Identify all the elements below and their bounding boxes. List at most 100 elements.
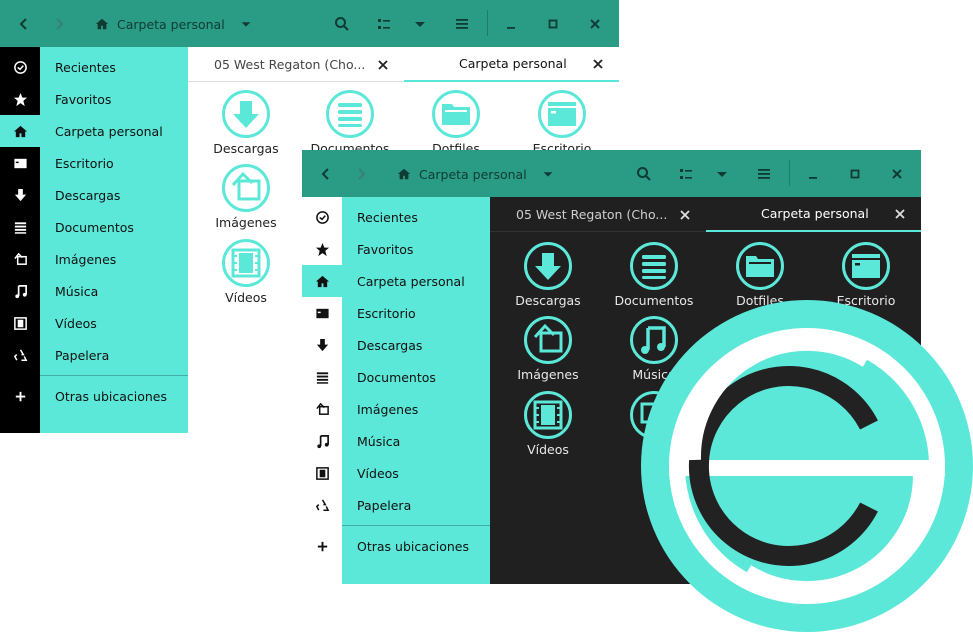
- video-icon[interactable]: [0, 307, 40, 339]
- sidebar-item-musica[interactable]: Música: [342, 425, 490, 457]
- home-icon[interactable]: [0, 115, 40, 147]
- star-icon[interactable]: [0, 83, 40, 115]
- file-item[interactable]: Imágenes: [495, 315, 601, 382]
- video-icon[interactable]: [302, 457, 342, 489]
- file-item[interactable]: Dotfiles: [707, 241, 813, 308]
- path-bar[interactable]: Carpeta personal: [95, 12, 253, 36]
- tab-close-icon[interactable]: [678, 208, 692, 222]
- tab-close-icon[interactable]: [591, 57, 605, 71]
- plus-icon[interactable]: [302, 530, 342, 562]
- file-item[interactable]: Escritorio: [509, 89, 615, 156]
- download-icon[interactable]: [302, 329, 342, 361]
- sidebar-item-label: Favoritos: [357, 241, 414, 257]
- sidebar-item-descargas[interactable]: Descargas: [342, 329, 490, 361]
- sidebar-item-favoritos[interactable]: Favoritos: [342, 233, 490, 265]
- tab-label: 05 West Regaton (Cho...: [516, 207, 668, 222]
- sidebar-item-musica[interactable]: Música: [40, 275, 188, 307]
- view-options-button[interactable]: [710, 162, 734, 186]
- maximize-button[interactable]: [541, 12, 565, 36]
- file-item[interactable]: Documentos: [297, 89, 403, 156]
- sidebar-item-recientes[interactable]: Recientes: [40, 51, 188, 83]
- download-icon[interactable]: [0, 179, 40, 211]
- file-item[interactable]: Vídeos: [193, 238, 299, 305]
- sidebar-item-carpeta-personal[interactable]: Carpeta personal: [40, 115, 188, 147]
- close-button[interactable]: [583, 12, 607, 36]
- sidebar-item-label: Vídeos: [357, 465, 399, 481]
- back-button[interactable]: [12, 12, 36, 36]
- music-icon[interactable]: [0, 275, 40, 307]
- file-label: Descargas: [213, 141, 279, 156]
- folder-icon: [432, 90, 480, 138]
- sidebar-item-label: Escritorio: [357, 305, 416, 321]
- search-button[interactable]: [330, 12, 354, 36]
- document-icon[interactable]: [0, 211, 40, 243]
- home-icon[interactable]: [302, 265, 342, 297]
- trash-icon[interactable]: [302, 489, 342, 521]
- videos-folder-icon: [222, 239, 270, 287]
- tab-west-regaton[interactable]: 05 West Regaton (Cho...: [490, 197, 706, 232]
- sidebar-item-otras-ubicaciones[interactable]: Otras ubicaciones: [342, 530, 490, 562]
- sidebar-item-documentos[interactable]: Documentos: [40, 211, 188, 243]
- image-icon[interactable]: [302, 393, 342, 425]
- desktop-icon[interactable]: [0, 147, 40, 179]
- document-icon[interactable]: [302, 361, 342, 393]
- chevron-left-icon: [321, 168, 329, 180]
- sidebar-item-imagenes[interactable]: Imágenes: [40, 243, 188, 275]
- file-item[interactable]: Imágenes: [193, 163, 299, 230]
- maximize-button[interactable]: [843, 162, 867, 186]
- view-mode-button[interactable]: [372, 12, 396, 36]
- tab-west-regaton[interactable]: 05 West Regaton (Cho...: [188, 47, 404, 82]
- file-label: Imágenes: [215, 215, 277, 230]
- menu-button[interactable]: [752, 162, 776, 186]
- documents-folder-icon: [326, 90, 374, 138]
- sidebar-item-label: Otras ubicaciones: [357, 538, 470, 554]
- tab-label: Carpeta personal: [459, 56, 567, 71]
- image-icon[interactable]: [0, 243, 40, 275]
- sidebar-item-videos[interactable]: Vídeos: [40, 307, 188, 339]
- menu-button[interactable]: [450, 12, 474, 36]
- file-item[interactable]: Documentos: [601, 241, 707, 308]
- forward-button[interactable]: [47, 12, 71, 36]
- path-bar[interactable]: Carpeta personal: [397, 162, 555, 186]
- file-item[interactable]: Descargas: [193, 89, 299, 156]
- sidebar-item-escritorio[interactable]: Escritorio: [342, 297, 490, 329]
- back-button[interactable]: [314, 162, 338, 186]
- file-item[interactable]: Descargas: [495, 241, 601, 308]
- sidebar-item-otras-ubicaciones[interactable]: Otras ubicaciones: [40, 380, 188, 412]
- file-item[interactable]: Vídeos: [495, 390, 601, 457]
- sidebar-item-descargas[interactable]: Descargas: [40, 179, 188, 211]
- sidebar-item-label: Descargas: [55, 187, 121, 203]
- sidebar-item-videos[interactable]: Vídeos: [342, 457, 490, 489]
- view-options-button[interactable]: [408, 12, 432, 36]
- view-mode-button[interactable]: [674, 162, 698, 186]
- file-item[interactable]: Dotfiles: [403, 89, 509, 156]
- tab-carpeta-personal[interactable]: Carpeta personal: [706, 197, 921, 232]
- sidebar-item-favoritos[interactable]: Favoritos: [40, 83, 188, 115]
- sidebar-item-imagenes[interactable]: Imágenes: [342, 393, 490, 425]
- star-icon[interactable]: [302, 233, 342, 265]
- folder-icon: [736, 242, 784, 290]
- trash-icon[interactable]: [0, 339, 40, 371]
- music-icon[interactable]: [302, 425, 342, 457]
- clock-icon[interactable]: [0, 51, 40, 83]
- sidebar-item-papelera[interactable]: Papelera: [40, 339, 188, 371]
- tab-close-icon[interactable]: [893, 207, 907, 221]
- sidebar-item-label: Documentos: [55, 219, 134, 235]
- plus-icon[interactable]: [0, 380, 40, 412]
- tab-carpeta-personal[interactable]: Carpeta personal: [404, 47, 619, 82]
- desktop-icon[interactable]: [302, 297, 342, 329]
- search-button[interactable]: [632, 162, 656, 186]
- minimize-button[interactable]: [499, 12, 523, 36]
- file-item[interactable]: Escritorio: [813, 241, 919, 308]
- sidebar-item-carpeta-personal[interactable]: Carpeta personal: [342, 265, 490, 297]
- clock-icon[interactable]: [302, 201, 342, 233]
- close-button[interactable]: [885, 162, 909, 186]
- sidebar-item-escritorio[interactable]: Escritorio: [40, 147, 188, 179]
- minimize-button[interactable]: [801, 162, 825, 186]
- sidebar-item-recientes[interactable]: Recientes: [342, 201, 490, 233]
- tab-close-icon[interactable]: [376, 58, 390, 72]
- sidebar-item-papelera[interactable]: Papelera: [342, 489, 490, 521]
- path-label: Carpeta personal: [419, 166, 527, 182]
- sidebar-item-documentos[interactable]: Documentos: [342, 361, 490, 393]
- forward-button[interactable]: [349, 162, 373, 186]
